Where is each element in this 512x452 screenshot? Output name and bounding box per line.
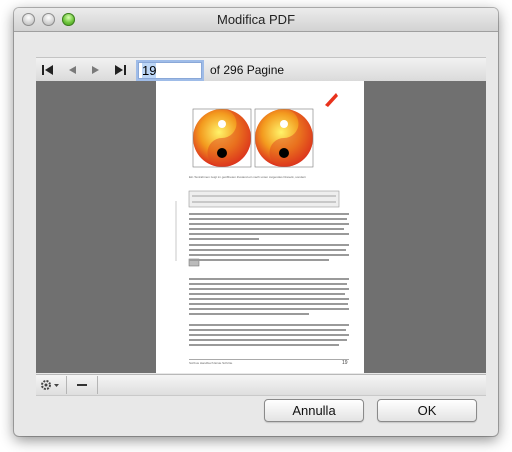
- next-page-button[interactable]: [84, 59, 108, 81]
- text-paragraph-1: [189, 213, 349, 243]
- gear-icon: [41, 380, 59, 390]
- window-title: Modifica PDF: [216, 12, 296, 27]
- next-page-icon: [92, 66, 99, 74]
- text-paragraph-4: [189, 324, 349, 349]
- page-number-value: 19: [142, 62, 157, 78]
- previous-page-button[interactable]: [60, 59, 84, 81]
- action-menu-button[interactable]: [36, 375, 66, 395]
- minus-icon: [77, 384, 87, 386]
- page-footer-left: Scribus Handbuch Erste Schritte: [189, 361, 233, 365]
- pdf-page: Ein Textrahmen zeigt im geöffneten Zusta…: [156, 81, 364, 373]
- screenshot-strip: [188, 190, 340, 208]
- page-total-label: of 296 Pagine: [210, 63, 285, 77]
- figure-caption: Ein Textrahmen zeigt im geöffneten Zusta…: [189, 176, 307, 179]
- corner-logo-icon: [325, 93, 338, 107]
- previous-page-icon: [69, 66, 76, 74]
- yin-yang-right-icon: [254, 108, 314, 168]
- cancel-button[interactable]: Annulla: [264, 399, 364, 422]
- first-page-button[interactable]: [36, 59, 60, 81]
- last-page-icon: [115, 65, 126, 75]
- bottom-toolbar: [36, 374, 486, 396]
- remove-button[interactable]: [67, 375, 97, 395]
- pdf-viewer[interactable]: Ein Textrahmen zeigt im geöffneten Zusta…: [36, 81, 486, 373]
- first-page-icon: [42, 65, 53, 75]
- modifica-pdf-window: Modifica PDF 19 of 296 Pagine Ein Textra…: [14, 8, 498, 436]
- title-bar: Modifica PDF: [14, 8, 498, 32]
- text-paragraph-3: [189, 278, 349, 318]
- ok-button[interactable]: OK: [377, 399, 477, 422]
- page-navigation-bar: 19 of 296 Pagine: [36, 57, 486, 83]
- yin-yang-left-icon: [192, 108, 252, 168]
- page-number-input[interactable]: 19: [138, 61, 202, 79]
- last-page-button[interactable]: [108, 59, 132, 81]
- page-footer-number: 19: [342, 360, 348, 366]
- text-paragraph-2: [189, 244, 349, 264]
